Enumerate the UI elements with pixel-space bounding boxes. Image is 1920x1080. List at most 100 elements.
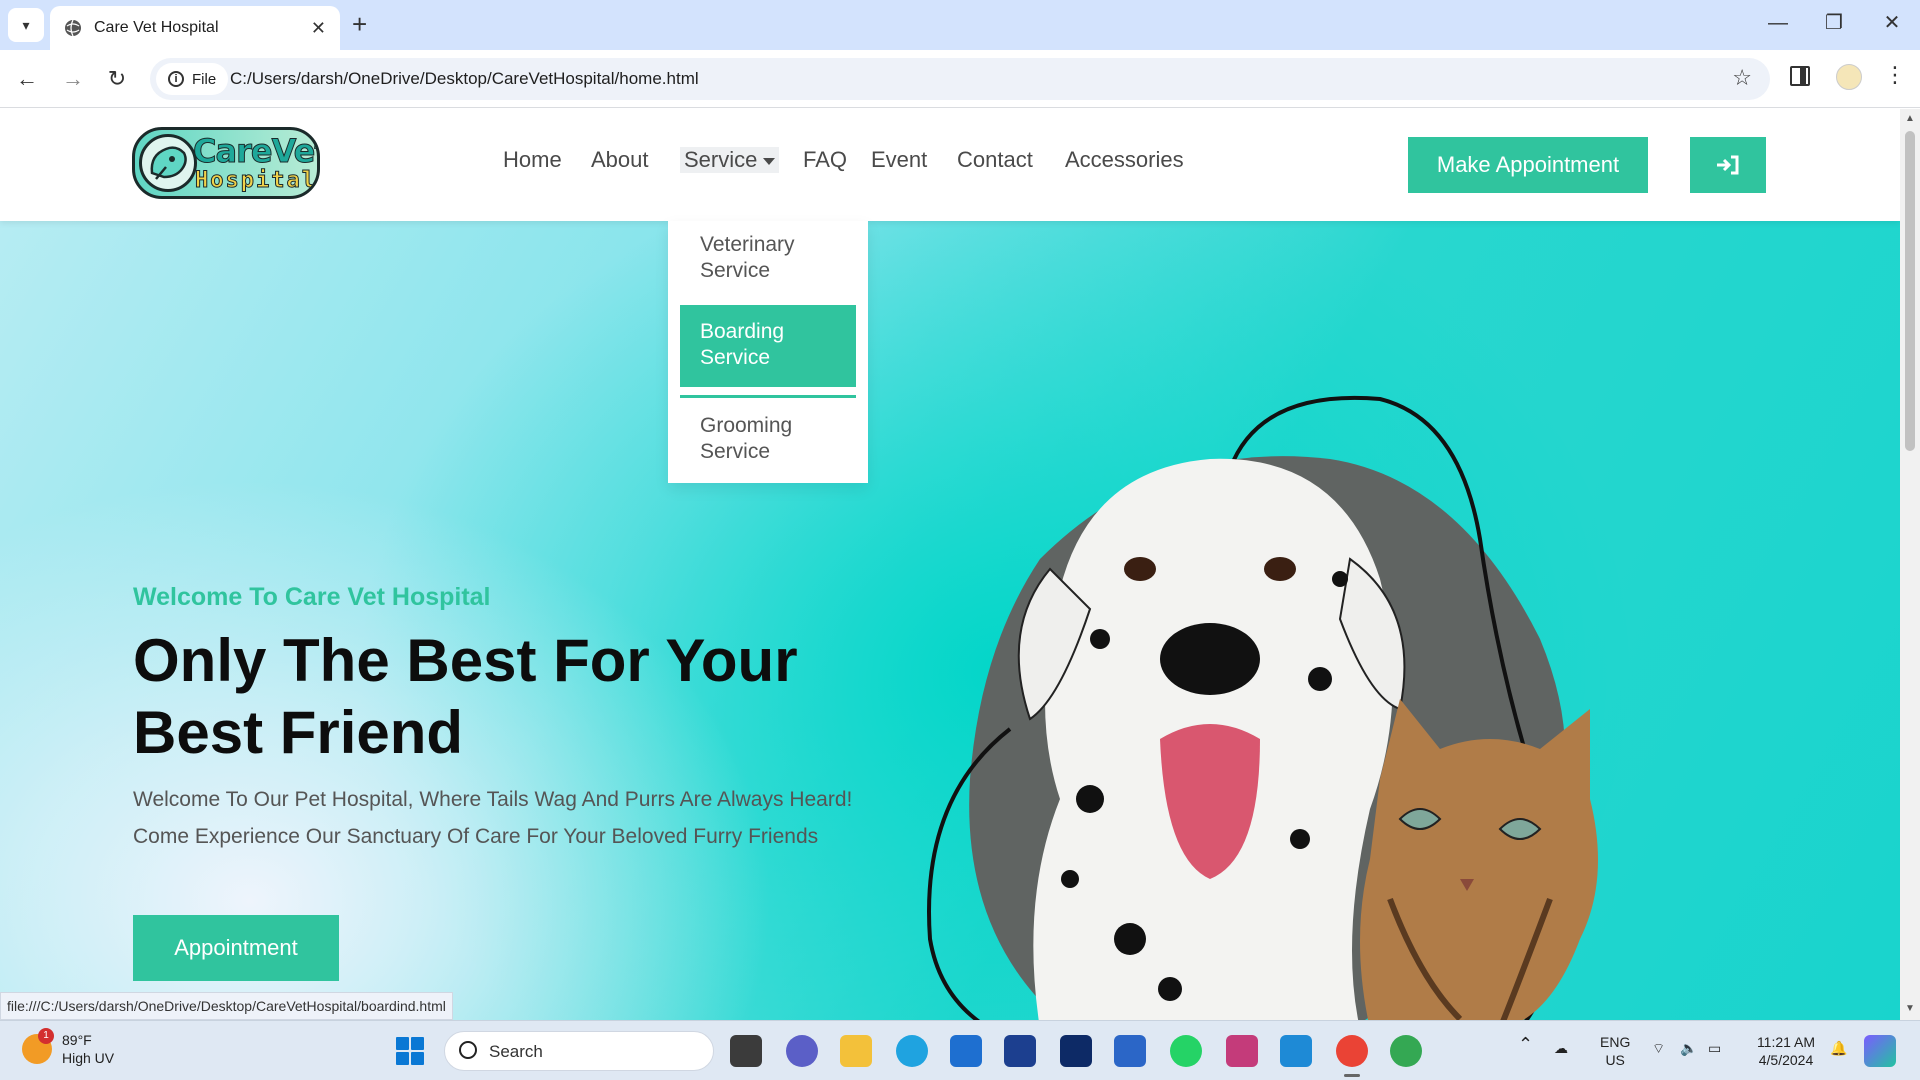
whatsapp-icon[interactable] — [1170, 1035, 1202, 1067]
site-header: CareVet Hospital Home About Service FAQ … — [0, 109, 1900, 221]
chevron-up-icon[interactable]: ⌃ — [1518, 1035, 1533, 1053]
dropdown-item-veterinary-line2: Service — [700, 259, 771, 282]
weather-widget[interactable]: 1 89°F High UV — [22, 1028, 115, 1067]
dropdown-divider — [680, 395, 856, 398]
edge-icon[interactable] — [896, 1035, 928, 1067]
status-bar-link: file:///C:/Users/darsh/OneDrive/Desktop/… — [0, 992, 453, 1020]
chrome-icon[interactable] — [1336, 1035, 1368, 1067]
weather-desc: High UV — [62, 1050, 115, 1066]
site-logo[interactable]: CareVet Hospital — [132, 127, 320, 199]
language-indicator[interactable]: ENG US — [1600, 1033, 1630, 1069]
nav-accessories[interactable]: Accessories — [1065, 147, 1184, 173]
browser-toolbar: ← → ↻ i File C:/Users/darsh/OneDrive/Des… — [0, 50, 1920, 108]
nav-contact[interactable]: Contact — [957, 147, 1033, 173]
tab-search-button[interactable]: ▾ — [8, 8, 44, 42]
onedrive-icon[interactable]: ☁ — [1554, 1039, 1568, 1057]
nav-event[interactable]: Event — [871, 147, 927, 173]
site-info-chip[interactable]: i File — [156, 63, 229, 95]
dropbox-icon[interactable] — [1060, 1035, 1092, 1067]
chrome-profile-icon[interactable] — [1390, 1035, 1422, 1067]
minimize-button[interactable]: — — [1758, 8, 1798, 38]
tab-title: Care Vet Hospital — [94, 19, 219, 36]
clock-date: 4/5/2024 — [1758, 1052, 1814, 1068]
wifi-icon[interactable]: ⌔ — [1652, 1039, 1665, 1057]
logo-text-carevet: CareVet — [193, 132, 320, 171]
clock-time: 11:21 AM — [1756, 1034, 1816, 1050]
close-icon[interactable]: ✕ — [311, 18, 326, 39]
copilot-icon[interactable] — [1864, 1035, 1896, 1067]
url-text[interactable]: C:/Users/darsh/OneDrive/Desktop/CareVetH… — [230, 69, 699, 89]
address-bar[interactable]: i File C:/Users/darsh/OneDrive/Desktop/C… — [150, 58, 1770, 100]
hero-headline-line-1: Only The Best For Your — [133, 627, 798, 694]
browser-tab[interactable]: Care Vet Hospital ✕ — [50, 6, 340, 50]
back-icon[interactable]: ← — [10, 62, 44, 96]
dropdown-item-veterinary-line1: Veterinary — [700, 233, 795, 256]
nav-home[interactable]: Home — [503, 147, 562, 173]
dropdown-item-boarding-line1: Boarding — [700, 320, 785, 343]
battery-icon[interactable]: ▭ — [1708, 1039, 1721, 1057]
more-menu-icon[interactable]: ⋮ — [1884, 62, 1906, 88]
service-dropdown-menu: Veterinary Service Boarding Service Groo… — [668, 221, 868, 483]
file-explorer-icon[interactable] — [840, 1035, 872, 1067]
dropdown-item-veterinary[interactable]: Veterinary Service — [680, 227, 856, 287]
dropdown-item-boarding[interactable]: Boarding Service — [680, 305, 856, 387]
hero-description: Welcome To Our Pet Hospital, Where Tails… — [133, 788, 853, 848]
browser-tab-bar: ▾ Care Vet Hospital ✕ + — ❐ ✕ — [0, 0, 1920, 50]
login-button[interactable] — [1690, 137, 1766, 193]
store-icon[interactable] — [950, 1035, 982, 1067]
window-close-button[interactable]: ✕ — [1872, 8, 1912, 38]
vscode-icon[interactable] — [1280, 1035, 1312, 1067]
forward-icon[interactable]: → — [56, 62, 90, 96]
login-icon — [1717, 155, 1739, 175]
dropdown-item-grooming-line2: Service — [700, 440, 771, 463]
restore-button[interactable]: ❐ — [1814, 8, 1854, 38]
hero-headline-line-2: Best Friend — [133, 699, 464, 766]
task-view-icon[interactable] — [730, 1035, 762, 1067]
info-icon: i — [168, 71, 184, 87]
snipping-tool-icon[interactable] — [1226, 1035, 1258, 1067]
hero-pets-image — [927, 395, 1598, 1020]
weather-temp: 89°F — [62, 1032, 92, 1048]
windows-taskbar: 1 89°F High UV Search ⌃ ☁ ENG US ⌔ 🔈 ▭ 1… — [0, 1020, 1920, 1080]
hero-appointment-button[interactable]: Appointment — [133, 915, 339, 981]
nav-faq[interactable]: FAQ — [803, 147, 847, 173]
hero-headline: Only The Best For Your Best Friend — [133, 625, 853, 769]
scroll-up-icon[interactable]: ▲ — [1905, 113, 1915, 124]
reload-icon[interactable]: ↻ — [100, 62, 134, 96]
logo-text-hospital: Hospital — [195, 168, 317, 194]
language-line2: US — [1605, 1052, 1625, 1068]
side-panel-icon[interactable] — [1790, 66, 1810, 86]
dropdown-item-grooming[interactable]: Grooming Service — [680, 407, 856, 469]
nav-about[interactable]: About — [591, 147, 649, 173]
search-icon — [459, 1041, 477, 1059]
taskbar-search-label: Search — [489, 1042, 543, 1061]
page-viewport: CareVet Hospital Home About Service FAQ … — [0, 109, 1900, 1020]
chrome-active-indicator — [1344, 1074, 1360, 1077]
globe-icon — [65, 19, 81, 37]
plus-icon[interactable]: + — [352, 10, 367, 38]
logo-emblem-icon — [139, 134, 197, 192]
dropdown-item-boarding-line2: Service — [700, 346, 771, 369]
language-line1: ENG — [1600, 1034, 1631, 1050]
hero-welcome: Welcome To Care Vet Hospital — [133, 583, 491, 611]
sun-icon: 1 — [22, 1028, 54, 1064]
caret-down-icon — [763, 157, 776, 165]
notification-bell-icon[interactable]: 🔔 — [1830, 1039, 1847, 1057]
teams-chat-icon[interactable] — [786, 1035, 818, 1067]
page-scrollbar[interactable]: ▲ ▼ — [1900, 109, 1920, 1020]
taskbar-search[interactable]: Search — [444, 1031, 714, 1071]
scroll-down-icon[interactable]: ▼ — [1905, 1003, 1915, 1014]
nav-service-label: Service — [684, 147, 758, 172]
mail-icon[interactable] — [1114, 1035, 1146, 1067]
nav-service[interactable]: Service — [680, 147, 780, 173]
volume-icon[interactable]: 🔈 — [1680, 1039, 1697, 1057]
booking-icon[interactable] — [1004, 1035, 1036, 1067]
make-appointment-button[interactable]: Make Appointment — [1408, 137, 1648, 193]
dropdown-item-grooming-line1: Grooming — [700, 414, 793, 437]
avatar[interactable] — [1836, 64, 1862, 90]
clock[interactable]: 11:21 AM 4/5/2024 — [1746, 1033, 1826, 1069]
star-icon[interactable]: ☆ — [1732, 65, 1752, 91]
windows-start-icon[interactable] — [396, 1037, 424, 1065]
scroll-thumb[interactable] — [1905, 131, 1915, 451]
weather-badge: 1 — [38, 1028, 54, 1044]
